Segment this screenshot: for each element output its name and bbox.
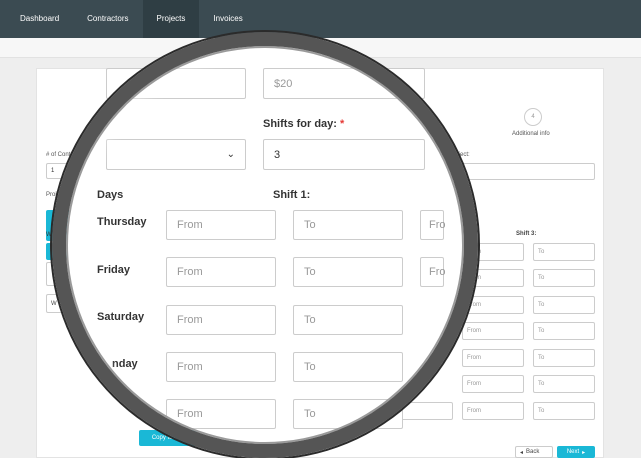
back-arrow-icon: ◂ (520, 449, 524, 456)
back-label: Back (526, 449, 540, 455)
row3-from[interactable]: From (462, 296, 524, 314)
row4-to-ph: To (538, 328, 545, 334)
row5-to[interactable]: To (533, 349, 595, 367)
row7-from-ph: From (467, 408, 481, 414)
nav-contractors[interactable]: Contractors (73, 0, 142, 38)
step-4-label: Additional info (512, 131, 550, 137)
step-4-indicator[interactable]: 4 (524, 108, 542, 126)
magnifier-ring (52, 32, 478, 458)
row4-from-ph: From (467, 328, 481, 334)
nav-projects[interactable]: Projects (142, 0, 200, 38)
row4-to[interactable]: To (533, 322, 595, 340)
row6-from[interactable]: From (462, 375, 524, 393)
row2-to-ph: To (538, 275, 545, 281)
contractors-count-label: # of Cont (46, 152, 71, 158)
shift-3-header: Shift 3: (516, 231, 537, 237)
top-nav: Dashboard Contractors Projects Invoices (0, 0, 641, 38)
row5-to-ph: To (538, 355, 545, 361)
row7-to-b-ph: To (538, 408, 545, 414)
row5-from-ph: From (467, 355, 481, 361)
row6-from-ph: From (467, 381, 481, 387)
row3-to[interactable]: To (533, 296, 595, 314)
step-4-number: 4 (531, 114, 535, 120)
nav-dashboard[interactable]: Dashboard (0, 0, 73, 38)
row6-to[interactable]: To (533, 375, 595, 393)
row5-from[interactable]: From (462, 349, 524, 367)
next-label: Next (566, 449, 580, 455)
next-button[interactable]: Next ▸ (557, 446, 595, 458)
contractors-count-value: 1 (51, 168, 55, 174)
row7-to-b[interactable]: To (533, 402, 595, 420)
row1-to-ph: To (538, 249, 545, 255)
row7-from[interactable]: From (462, 402, 524, 420)
row6-to-ph: To (538, 381, 545, 387)
back-button[interactable]: ◂ Back (515, 446, 553, 458)
row4-from[interactable]: From (462, 322, 524, 340)
row2-to[interactable]: To (533, 269, 595, 287)
project-label: Proj (46, 192, 57, 198)
row1-to[interactable]: To (533, 243, 595, 261)
week-label-1: W (46, 232, 52, 238)
next-arrow-icon: ▸ (582, 449, 586, 456)
row3-to-ph: To (538, 302, 545, 308)
week-button-label: W (51, 300, 57, 307)
